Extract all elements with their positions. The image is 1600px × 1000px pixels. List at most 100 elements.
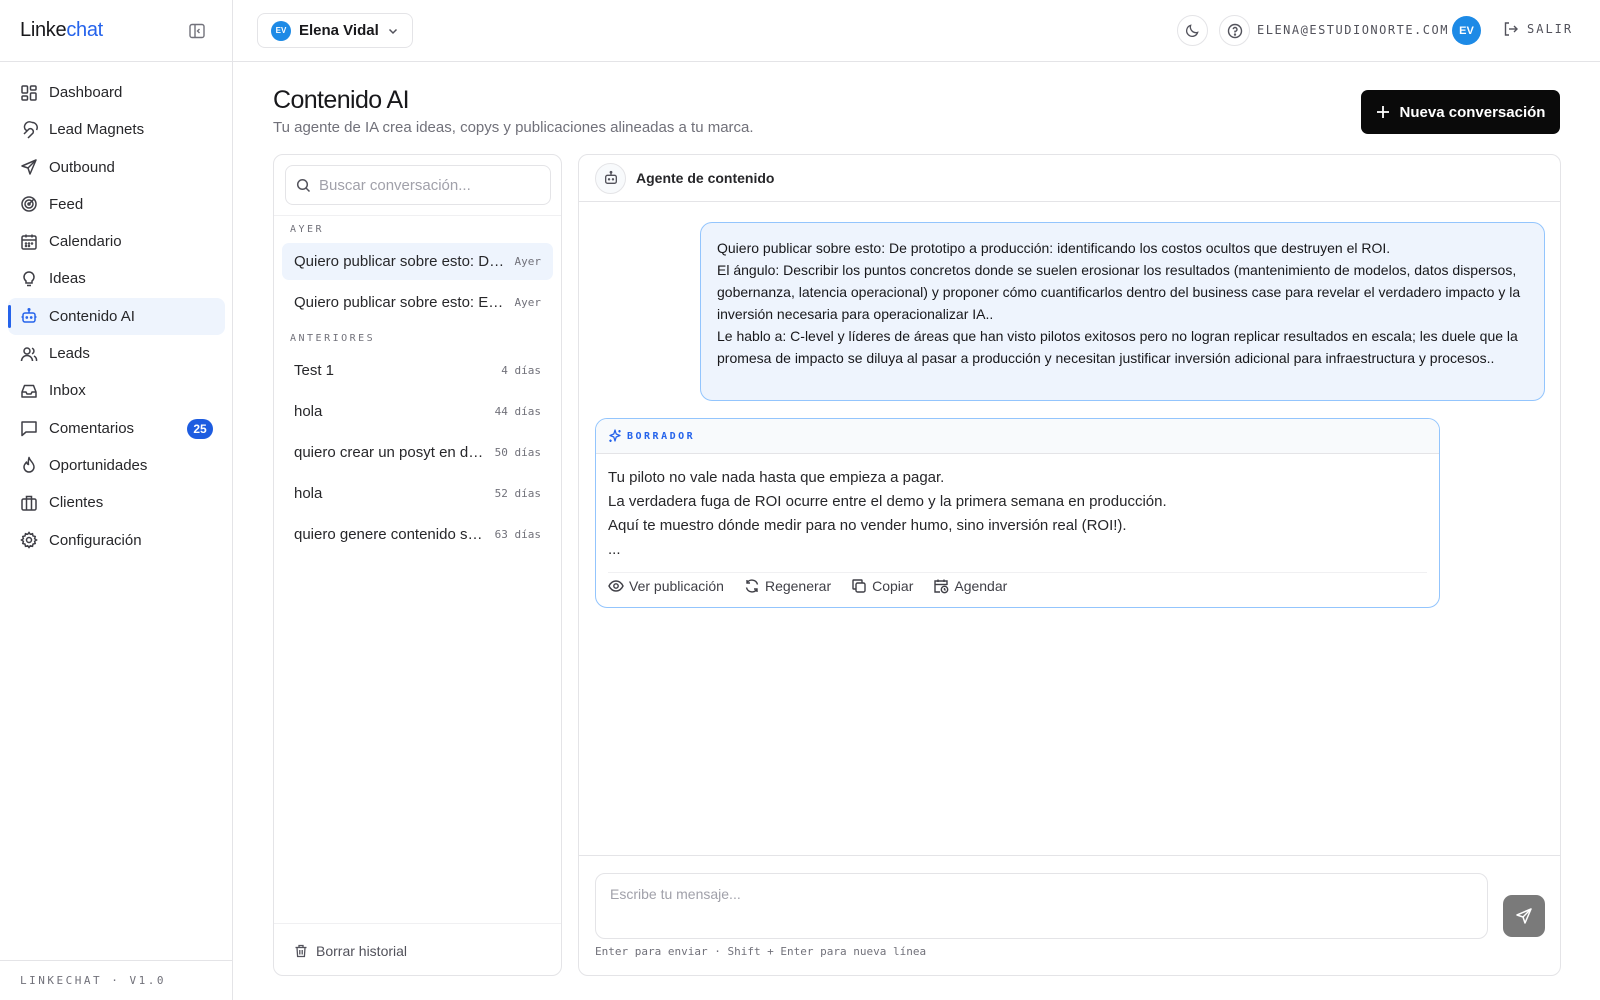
conversation-item[interactable]: quiero crear un posyt en donde 50 días [282, 434, 553, 471]
sidebar-item-label: Clientes [49, 494, 104, 512]
user-email: ELENA@ESTUDIONORTE.COM [1257, 23, 1449, 37]
clear-history-button[interactable]: Borrar historial [294, 943, 407, 959]
logout-button[interactable]: SALIR [1503, 21, 1573, 37]
sidebar-nav: Dashboard Lead Magnets Outbound Feed Cal… [8, 74, 225, 559]
group-label-ayer: AYER [290, 224, 325, 235]
sidebar-item-label: Dashboard [49, 84, 123, 101]
account-avatar: EV [271, 20, 291, 41]
plus-icon [1376, 105, 1390, 119]
conversation-time: 52 días [494, 487, 541, 500]
page-title: Contenido AI [273, 86, 410, 114]
trash-icon [294, 944, 308, 958]
chevron-down-icon [387, 25, 399, 37]
conversation-list-panel: AYER Quiero publicar sobre esto: De prot… [273, 154, 562, 976]
conversation-item[interactable]: quiero genere contenido sobre 63 días [282, 516, 553, 553]
account-switcher[interactable]: EV Elena Vidal [257, 13, 413, 48]
conversation-time: 4 días [501, 364, 541, 377]
sidebar-item-lead-magnets[interactable]: Lead Magnets [8, 111, 225, 148]
send-button[interactable] [1503, 895, 1545, 937]
conversation-item[interactable]: Quiero publicar sobre esto: De prototipo… [282, 243, 553, 280]
sidebar-item-label: Configuración [49, 531, 142, 549]
logout-label: SALIR [1527, 22, 1574, 36]
new-conversation-label: Nueva conversación [1399, 103, 1546, 121]
draft-actions: Ver publicación Regenerar Copiar Agendar [608, 572, 1427, 594]
schedule-button[interactable]: Agendar [933, 578, 1007, 594]
search-input[interactable] [319, 176, 539, 194]
sidebar-item-ideas[interactable]: Ideas [8, 260, 225, 297]
composer-hint: Enter para enviar · Shift + Enter para n… [595, 945, 927, 958]
sidebar-item-dashboard[interactable]: Dashboard [8, 74, 225, 111]
brand-logo[interactable]: Linkechat [20, 19, 103, 42]
copy-button[interactable]: Copiar [851, 578, 913, 594]
app-version: LINKECHAT · V1.0 [20, 974, 166, 987]
sidebar-item-leads[interactable]: Leads [8, 335, 225, 372]
calendar-clock-icon [933, 578, 949, 594]
calendar-icon [20, 233, 38, 251]
conversation-title: hola [294, 403, 323, 420]
sidebar-footer-divider [0, 960, 233, 961]
sidebar-item-calendario[interactable]: Calendario [8, 223, 225, 260]
view-post-button[interactable]: Ver publicación [608, 578, 724, 594]
agent-name: Agente de contenido [636, 170, 775, 186]
sidebar-item-label: Lead Magnets [49, 121, 145, 139]
sidebar-item-outbound[interactable]: Outbound [8, 149, 225, 186]
regenerate-button[interactable]: Regenerar [744, 578, 831, 594]
conversation-time: Ayer [514, 296, 542, 309]
draft-line: Tu piloto no vale nada hasta que empieza… [608, 469, 945, 486]
sidebar-divider [0, 61, 233, 62]
sidebar: Linkechat Dashboard Lead Magnets Outboun… [0, 0, 233, 1000]
users-icon [20, 345, 38, 363]
conversation-title: Quiero publicar sobre esto: El ángulo [294, 294, 507, 311]
draft-line: ... [608, 541, 621, 558]
sidebar-item-label: Contenido AI [49, 307, 135, 325]
avatar[interactable]: EV [1452, 16, 1481, 45]
draft-body: Tu piloto no vale nada hasta que empieza… [596, 454, 1439, 571]
sidebar-item-label: Comentarios [49, 419, 135, 437]
conversation-time: 63 días [494, 528, 541, 541]
bot-icon [20, 307, 38, 325]
sidebar-item-inbox[interactable]: Inbox [8, 372, 225, 409]
conversation-item[interactable]: Quiero publicar sobre esto: El ángulo Ay… [282, 284, 553, 321]
chat-panel: Agente de contenido Quiero publicar sobr… [578, 154, 1561, 976]
clear-history-label: Borrar historial [316, 943, 408, 959]
sidebar-item-label: Feed [49, 195, 84, 213]
comment-icon [20, 419, 38, 437]
inbox-icon [20, 382, 38, 400]
sidebar-item-configuracion[interactable]: Configuración [8, 522, 225, 559]
help-button[interactable] [1219, 15, 1250, 46]
magnet-icon [20, 120, 38, 139]
sidebar-item-contenido-ai[interactable]: Contenido AI [8, 297, 225, 335]
sparkles-icon [608, 429, 622, 443]
conversation-item[interactable]: hola 44 días [282, 393, 553, 430]
sidebar-item-comentarios[interactable]: Comentarios 25 [8, 410, 225, 447]
sidebar-item-feed[interactable]: Feed [8, 186, 225, 223]
sidebar-item-oportunidades[interactable]: Oportunidades [8, 447, 225, 484]
conversation-time: Ayer [514, 255, 542, 268]
sidebar-item-label: Calendario [49, 233, 122, 251]
topbar: EV Elena Vidal ELENA@ESTUDIONORTE.COM EV… [233, 0, 1600, 62]
sidebar-item-label: Oportunidades [49, 456, 148, 474]
help-icon [1227, 23, 1243, 39]
sidebar-item-clientes[interactable]: Clientes [8, 484, 225, 521]
draft-card: BORRADOR Tu piloto no vale nada hasta qu… [595, 418, 1440, 608]
briefcase-icon [20, 494, 38, 512]
page-subtitle: Tu agente de IA crea ideas, copys y publ… [273, 119, 754, 136]
sidebar-collapse-icon[interactable] [188, 22, 206, 40]
theme-toggle-button[interactable] [1177, 15, 1208, 46]
brand-name-part1: Linke [20, 19, 67, 41]
search-box [285, 165, 551, 205]
draft-label: BORRADOR [627, 430, 696, 442]
copy-label: Copiar [872, 578, 914, 594]
conversation-item[interactable]: Test 1 4 días [282, 352, 553, 389]
conversation-item[interactable]: hola 52 días [282, 475, 553, 512]
lightbulb-icon [20, 270, 38, 288]
new-conversation-button[interactable]: Nueva conversación [1361, 90, 1560, 134]
conversation-time: 50 días [494, 446, 541, 459]
user-message-bubble: Quiero publicar sobre esto: De prototipo… [700, 222, 1545, 401]
logout-icon [1503, 21, 1519, 37]
message-line: Le hablo a: C-level y líderes de áreas q… [717, 328, 1518, 366]
message-input[interactable] [595, 873, 1488, 939]
chat-header: Agente de contenido [579, 155, 1560, 202]
regenerate-label: Regenerar [764, 578, 832, 594]
message-line: Quiero publicar sobre esto: De prototipo… [717, 240, 1391, 256]
